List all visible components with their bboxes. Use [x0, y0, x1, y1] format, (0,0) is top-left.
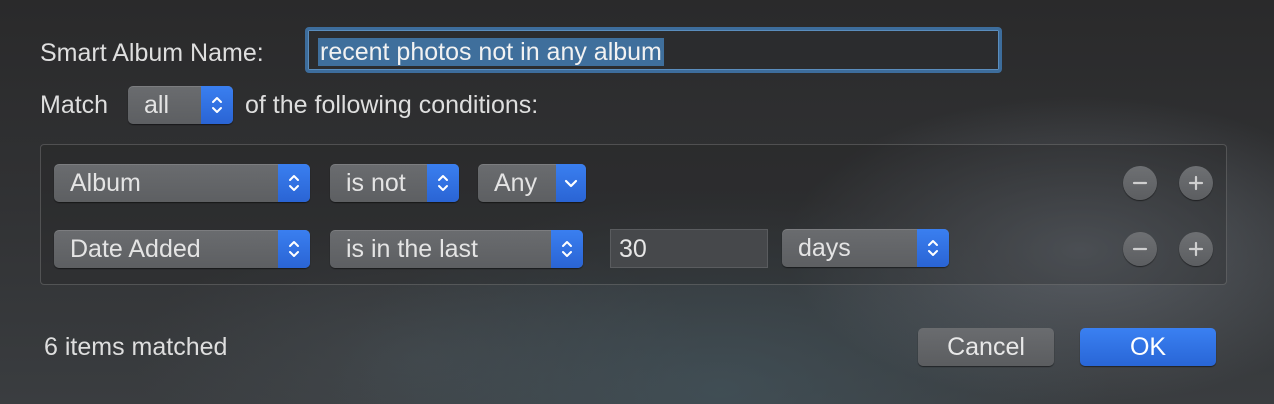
rule-2-unit-value: days	[798, 234, 851, 262]
items-matched-status: 6 items matched	[44, 333, 228, 361]
match-suffix-label: of the following conditions:	[245, 91, 539, 119]
chevron-updown-icon	[278, 164, 310, 202]
minus-icon	[1132, 181, 1148, 185]
rule-1-value-popup[interactable]: Any	[478, 164, 586, 202]
smart-album-name-field[interactable]: recent photos not in any album	[305, 27, 1002, 73]
plus-icon	[1188, 241, 1204, 257]
rule-1-remove-button[interactable]	[1123, 166, 1157, 200]
rule-1-field-popup[interactable]: Album	[54, 164, 310, 202]
smart-album-name-label: Smart Album Name:	[40, 39, 264, 67]
rule-2-value-field[interactable]: 30	[610, 229, 768, 268]
rule-1-add-button[interactable]	[1179, 166, 1213, 200]
rule-1-field-value: Album	[70, 169, 141, 197]
rule-1-value: Any	[494, 169, 538, 197]
match-label: Match	[40, 91, 109, 119]
cancel-button[interactable]: Cancel	[918, 328, 1054, 366]
chevron-updown-icon	[201, 86, 233, 124]
chevron-down-icon	[556, 164, 586, 202]
minus-icon	[1132, 247, 1148, 251]
rule-2-value: 30	[619, 235, 647, 263]
match-popup[interactable]: all	[128, 86, 233, 124]
rule-2-field-value: Date Added	[70, 235, 201, 263]
match-popup-value: all	[144, 91, 170, 119]
rule-2-field-popup[interactable]: Date Added	[54, 230, 310, 268]
rule-1-operator-popup[interactable]: is not	[330, 164, 459, 202]
plus-icon	[1188, 175, 1204, 191]
chevron-updown-icon	[427, 164, 459, 202]
chevron-updown-icon	[551, 230, 583, 268]
chevron-updown-icon	[917, 229, 949, 267]
smart-album-name-value: recent photos not in any album	[318, 38, 664, 66]
rule-2-operator-popup[interactable]: is in the last	[330, 230, 583, 268]
rule-2-add-button[interactable]	[1179, 232, 1213, 266]
rule-2-remove-button[interactable]	[1123, 232, 1157, 266]
rule-2-operator-value: is in the last	[346, 235, 479, 263]
chevron-updown-icon	[278, 230, 310, 268]
rule-1-operator-value: is not	[346, 169, 406, 197]
ok-button[interactable]: OK	[1080, 328, 1216, 366]
rule-2-unit-popup[interactable]: days	[782, 229, 949, 267]
